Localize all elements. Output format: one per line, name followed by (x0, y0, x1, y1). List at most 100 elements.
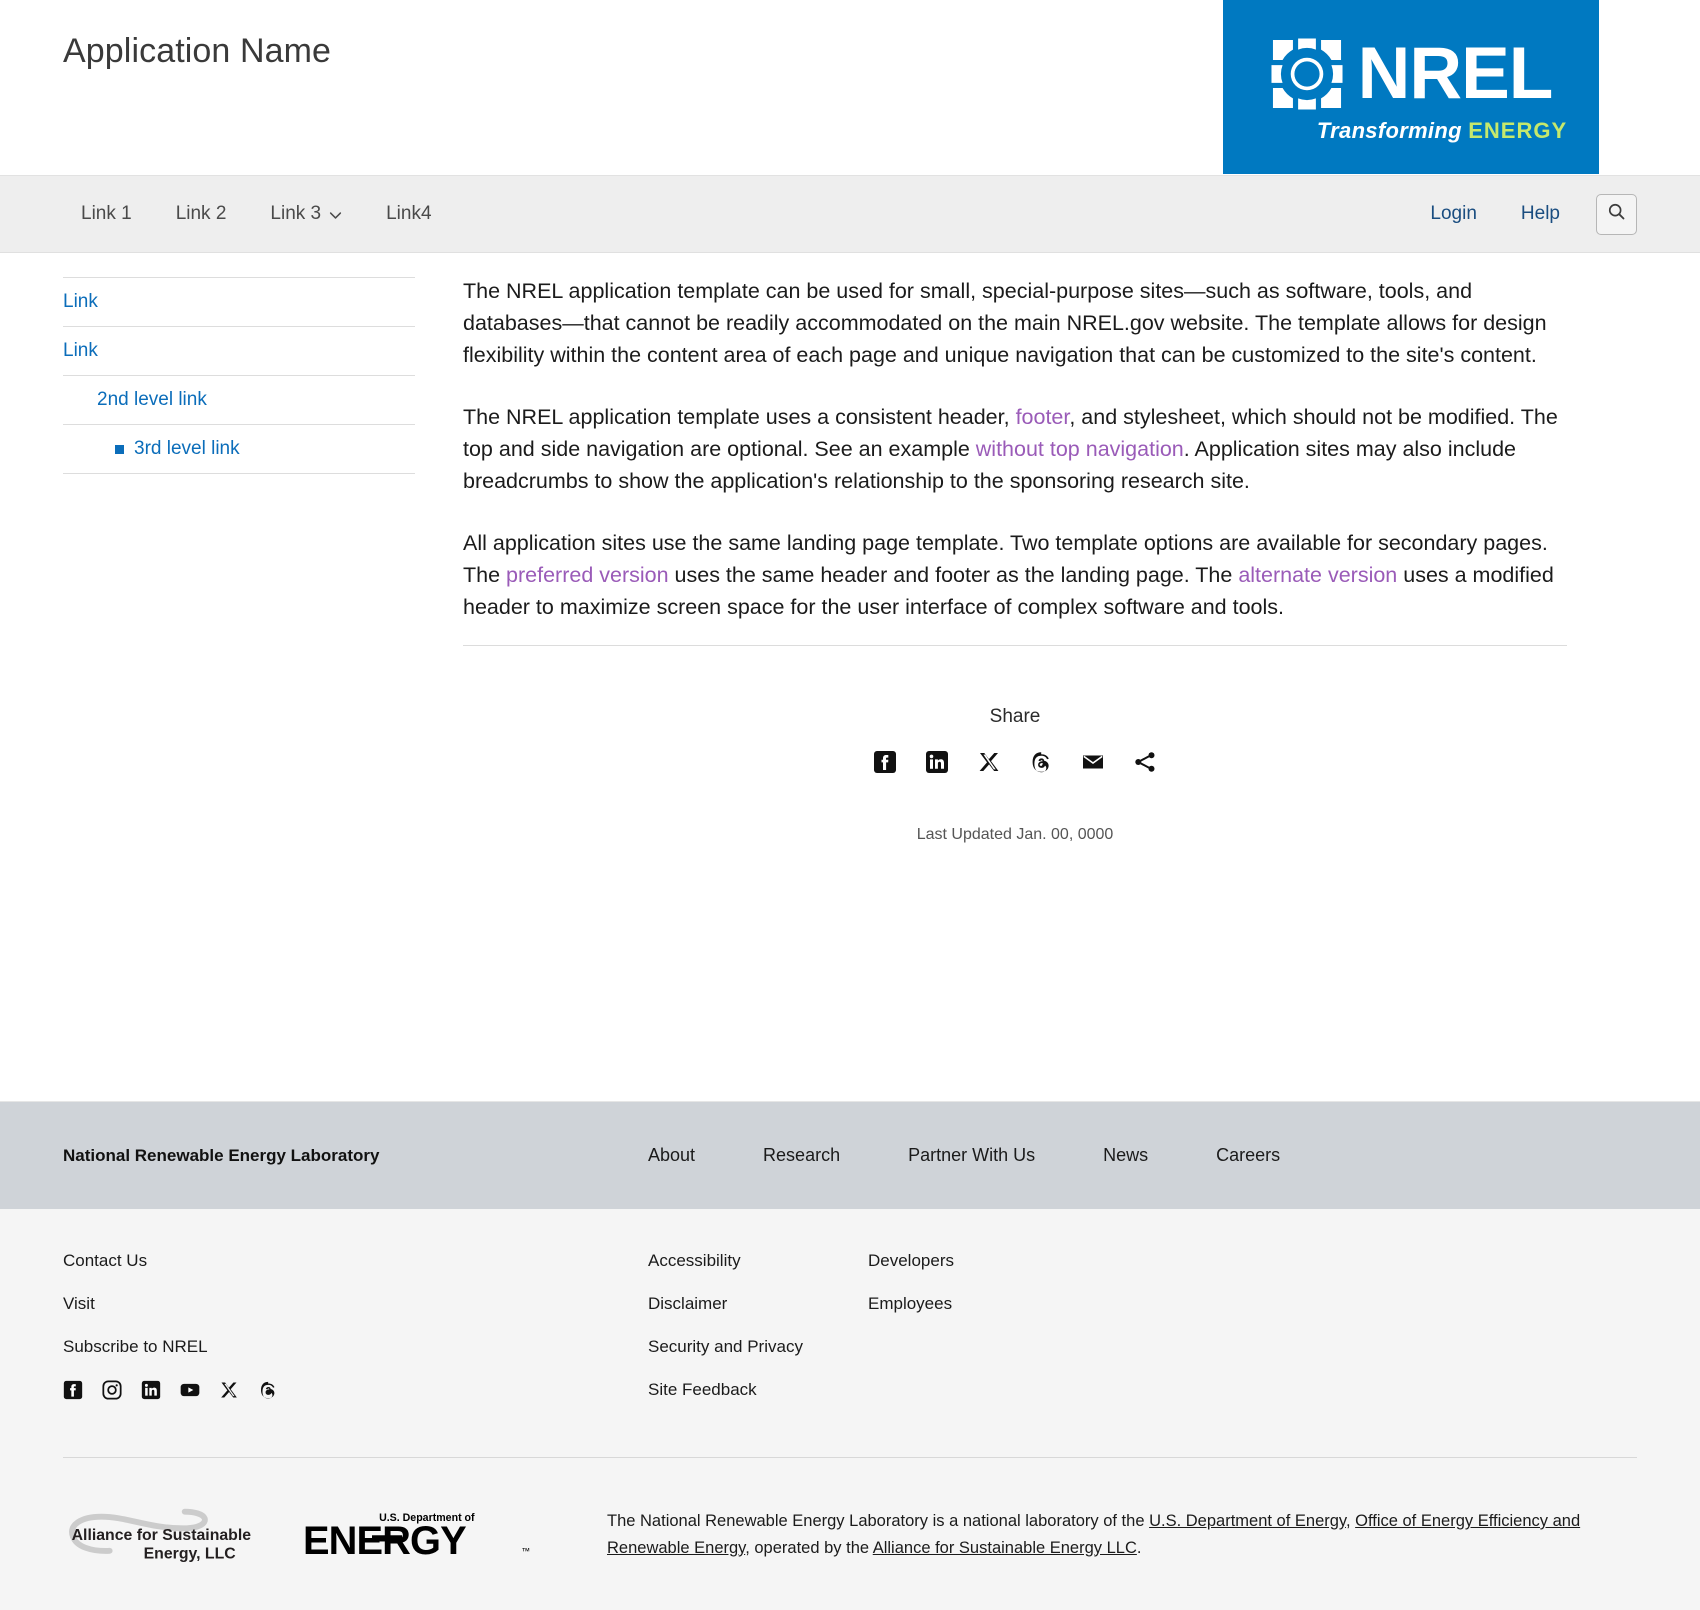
main-content: The NREL application template can be use… (415, 253, 1637, 1013)
footer-nav-partner-with-us[interactable]: Partner With Us (874, 1145, 1069, 1166)
youtube-icon[interactable] (180, 1380, 200, 1400)
footer-link-employees[interactable]: Employees (868, 1294, 1128, 1314)
footer-nav-band: National Renewable Energy Laboratory Abo… (0, 1101, 1700, 1209)
login-link[interactable]: Login (1408, 203, 1499, 225)
tagline-energy: ENERGY (1468, 117, 1568, 143)
instagram-icon[interactable] (102, 1380, 122, 1400)
footer-nav-research[interactable]: Research (729, 1145, 874, 1166)
footer-nav-links: About Research Partner With Us News Care… (648, 1145, 1314, 1166)
nav-item-label: Link 2 (175, 203, 227, 224)
footer-lab-name: National Renewable Energy Laboratory (63, 1145, 380, 1165)
sidebar-link-label[interactable]: Link (63, 291, 98, 312)
chevron-down-icon (329, 206, 342, 219)
paragraph-2: The NREL application template uses a con… (463, 401, 1567, 497)
page-title: Application Name (63, 32, 332, 70)
svg-text:™: ™ (522, 1546, 531, 1556)
masthead: Application Name NREL Transforming ENERG… (0, 0, 1700, 175)
email-icon[interactable] (1081, 750, 1105, 774)
x-twitter-icon[interactable] (977, 750, 1001, 774)
nav-item-label: Link 1 (81, 203, 132, 224)
share-icon-row (463, 750, 1567, 774)
linkedin-icon[interactable] (141, 1380, 161, 1400)
nav-item-link4[interactable]: Link4 (364, 203, 453, 225)
top-navigation-bar: Link 1 Link 2 Link 3 Link4 Login Help (0, 175, 1700, 253)
nrel-pinwheel-icon (1270, 37, 1344, 111)
preferred-version-link[interactable]: preferred version (506, 563, 669, 587)
last-updated-text: Last Updated Jan. 00, 0000 (916, 826, 1114, 844)
footer-legal-text: The National Renewable Energy Laboratory… (603, 1488, 1637, 1561)
share-icon[interactable] (1133, 750, 1157, 774)
side-navigation: Link Link 2nd level link 3rd level link (63, 253, 415, 1013)
footer-social-row (63, 1380, 648, 1400)
search-button[interactable] (1596, 193, 1637, 235)
footer-link-developers[interactable]: Developers (868, 1251, 1128, 1271)
nav-item-link-2[interactable]: Link 2 (154, 203, 249, 225)
footer-spacer (0, 1013, 1700, 1101)
alternate-version-link[interactable]: alternate version (1238, 563, 1397, 587)
nav-item-link-1[interactable]: Link 1 (63, 203, 154, 225)
search-icon (1606, 201, 1627, 227)
footer-main: Contact Us Visit Subscribe to NREL Acces… (0, 1209, 1700, 1458)
primary-nav: Link 1 Link 2 Link 3 Link4 (63, 203, 454, 225)
threads-icon[interactable] (1029, 750, 1053, 774)
share-heading: Share (989, 706, 1041, 728)
x-twitter-icon[interactable] (219, 1380, 239, 1400)
paragraph-1: The NREL application template can be use… (463, 279, 1547, 368)
footer-column-policies: Accessibility Disclaimer Security and Pr… (648, 1251, 868, 1423)
help-link[interactable]: Help (1499, 203, 1582, 225)
footer-link-accessibility[interactable]: Accessibility (648, 1251, 868, 1271)
footer-nav-careers[interactable]: Careers (1182, 1145, 1314, 1166)
legal-link-doe[interactable]: U.S. Department of Energy (1149, 1512, 1346, 1530)
tagline-transforming: Transforming (1316, 117, 1469, 143)
footer-nav-news[interactable]: News (1069, 1145, 1182, 1166)
utility-nav: Login Help (1408, 193, 1637, 235)
paragraph-3: All application sites use the same landi… (463, 527, 1567, 623)
nav-item-label: Link 3 (270, 203, 322, 224)
sidebar-link-label: 3rd level link (134, 438, 240, 459)
linkedin-icon[interactable] (925, 750, 949, 774)
side-nav-list: Link Link 2nd level link 3rd level link (63, 277, 415, 474)
legal-text-b: , (1345, 1512, 1356, 1530)
sidebar-item-2nd-level-link[interactable]: 2nd level link (63, 376, 415, 425)
legal-text-d: . (1136, 1538, 1142, 1557)
footer-link-visit[interactable]: Visit (63, 1294, 648, 1314)
without-top-navigation-link[interactable]: without top navigation (976, 437, 1184, 461)
sidebar-link-label[interactable]: 2nd level link (97, 389, 207, 410)
footer-column-audiences: Developers Employees (868, 1251, 1128, 1423)
us-department-of-energy-logo[interactable]: U.S. Department of ENERGY ™ (303, 1488, 603, 1566)
bullet-square-icon (115, 444, 124, 454)
footer-column-contact: Contact Us Visit Subscribe to NREL (63, 1251, 648, 1423)
p3-text-b: uses the same header and footer as the l… (668, 563, 1239, 588)
p2-text-a: The NREL application template uses a con… (463, 405, 1016, 430)
footer-link-security-and-privacy[interactable]: Security and Privacy (648, 1337, 868, 1357)
footer-link-contact-us[interactable]: Contact Us (63, 1251, 648, 1271)
footer-link-disclaimer[interactable]: Disclaimer (648, 1294, 868, 1314)
page-root: Application Name NREL Transforming ENERG… (0, 0, 1700, 1610)
sidebar-item-3rd-level-link[interactable]: 3rd level link (63, 425, 415, 474)
footer-link[interactable]: footer (1016, 405, 1070, 429)
threads-icon[interactable] (258, 1380, 278, 1400)
nrel-logo-row: NREL (1270, 37, 1553, 111)
footer-link-subscribe-to-nrel[interactable]: Subscribe to NREL (63, 1337, 648, 1357)
nav-item-label: Link4 (386, 203, 432, 224)
facebook-icon[interactable] (63, 1380, 83, 1400)
sidebar-item-link-1[interactable]: Link (63, 278, 415, 327)
nav-item-link-3[interactable]: Link 3 (248, 203, 364, 225)
footer-bottom: Alliance for Sustainable Energy, LLC U.S… (0, 1458, 1700, 1610)
sidebar-link-wrapper[interactable]: 3rd level link (115, 438, 240, 460)
sidebar-item-link-2[interactable]: Link (63, 327, 415, 376)
legal-text-a: The National Renewable Energy Laboratory… (607, 1512, 1150, 1530)
facebook-icon[interactable] (873, 750, 897, 774)
legal-text-c: , operated by the (745, 1538, 873, 1557)
footer-link-site-feedback[interactable]: Site Feedback (648, 1380, 868, 1400)
sidebar-link-label[interactable]: Link (63, 340, 98, 361)
footer-nav-about[interactable]: About (648, 1145, 729, 1166)
nrel-wordmark: NREL (1357, 32, 1554, 114)
footer-columns: Contact Us Visit Subscribe to NREL Acces… (63, 1251, 1637, 1423)
content-area: Link Link 2nd level link 3rd level link … (0, 253, 1700, 1013)
nrel-tagline: Transforming ENERGY (1317, 118, 1567, 144)
nrel-logo[interactable]: NREL Transforming ENERGY (1223, 0, 1599, 174)
share-section: Share Last Updated Jan. 00, 0000 (463, 646, 1567, 844)
legal-link-alliance[interactable]: Alliance for Sustainable Energy LLC (873, 1539, 1137, 1557)
alliance-for-sustainable-energy-logo[interactable]: Alliance for Sustainable Energy, LLC (63, 1488, 303, 1570)
